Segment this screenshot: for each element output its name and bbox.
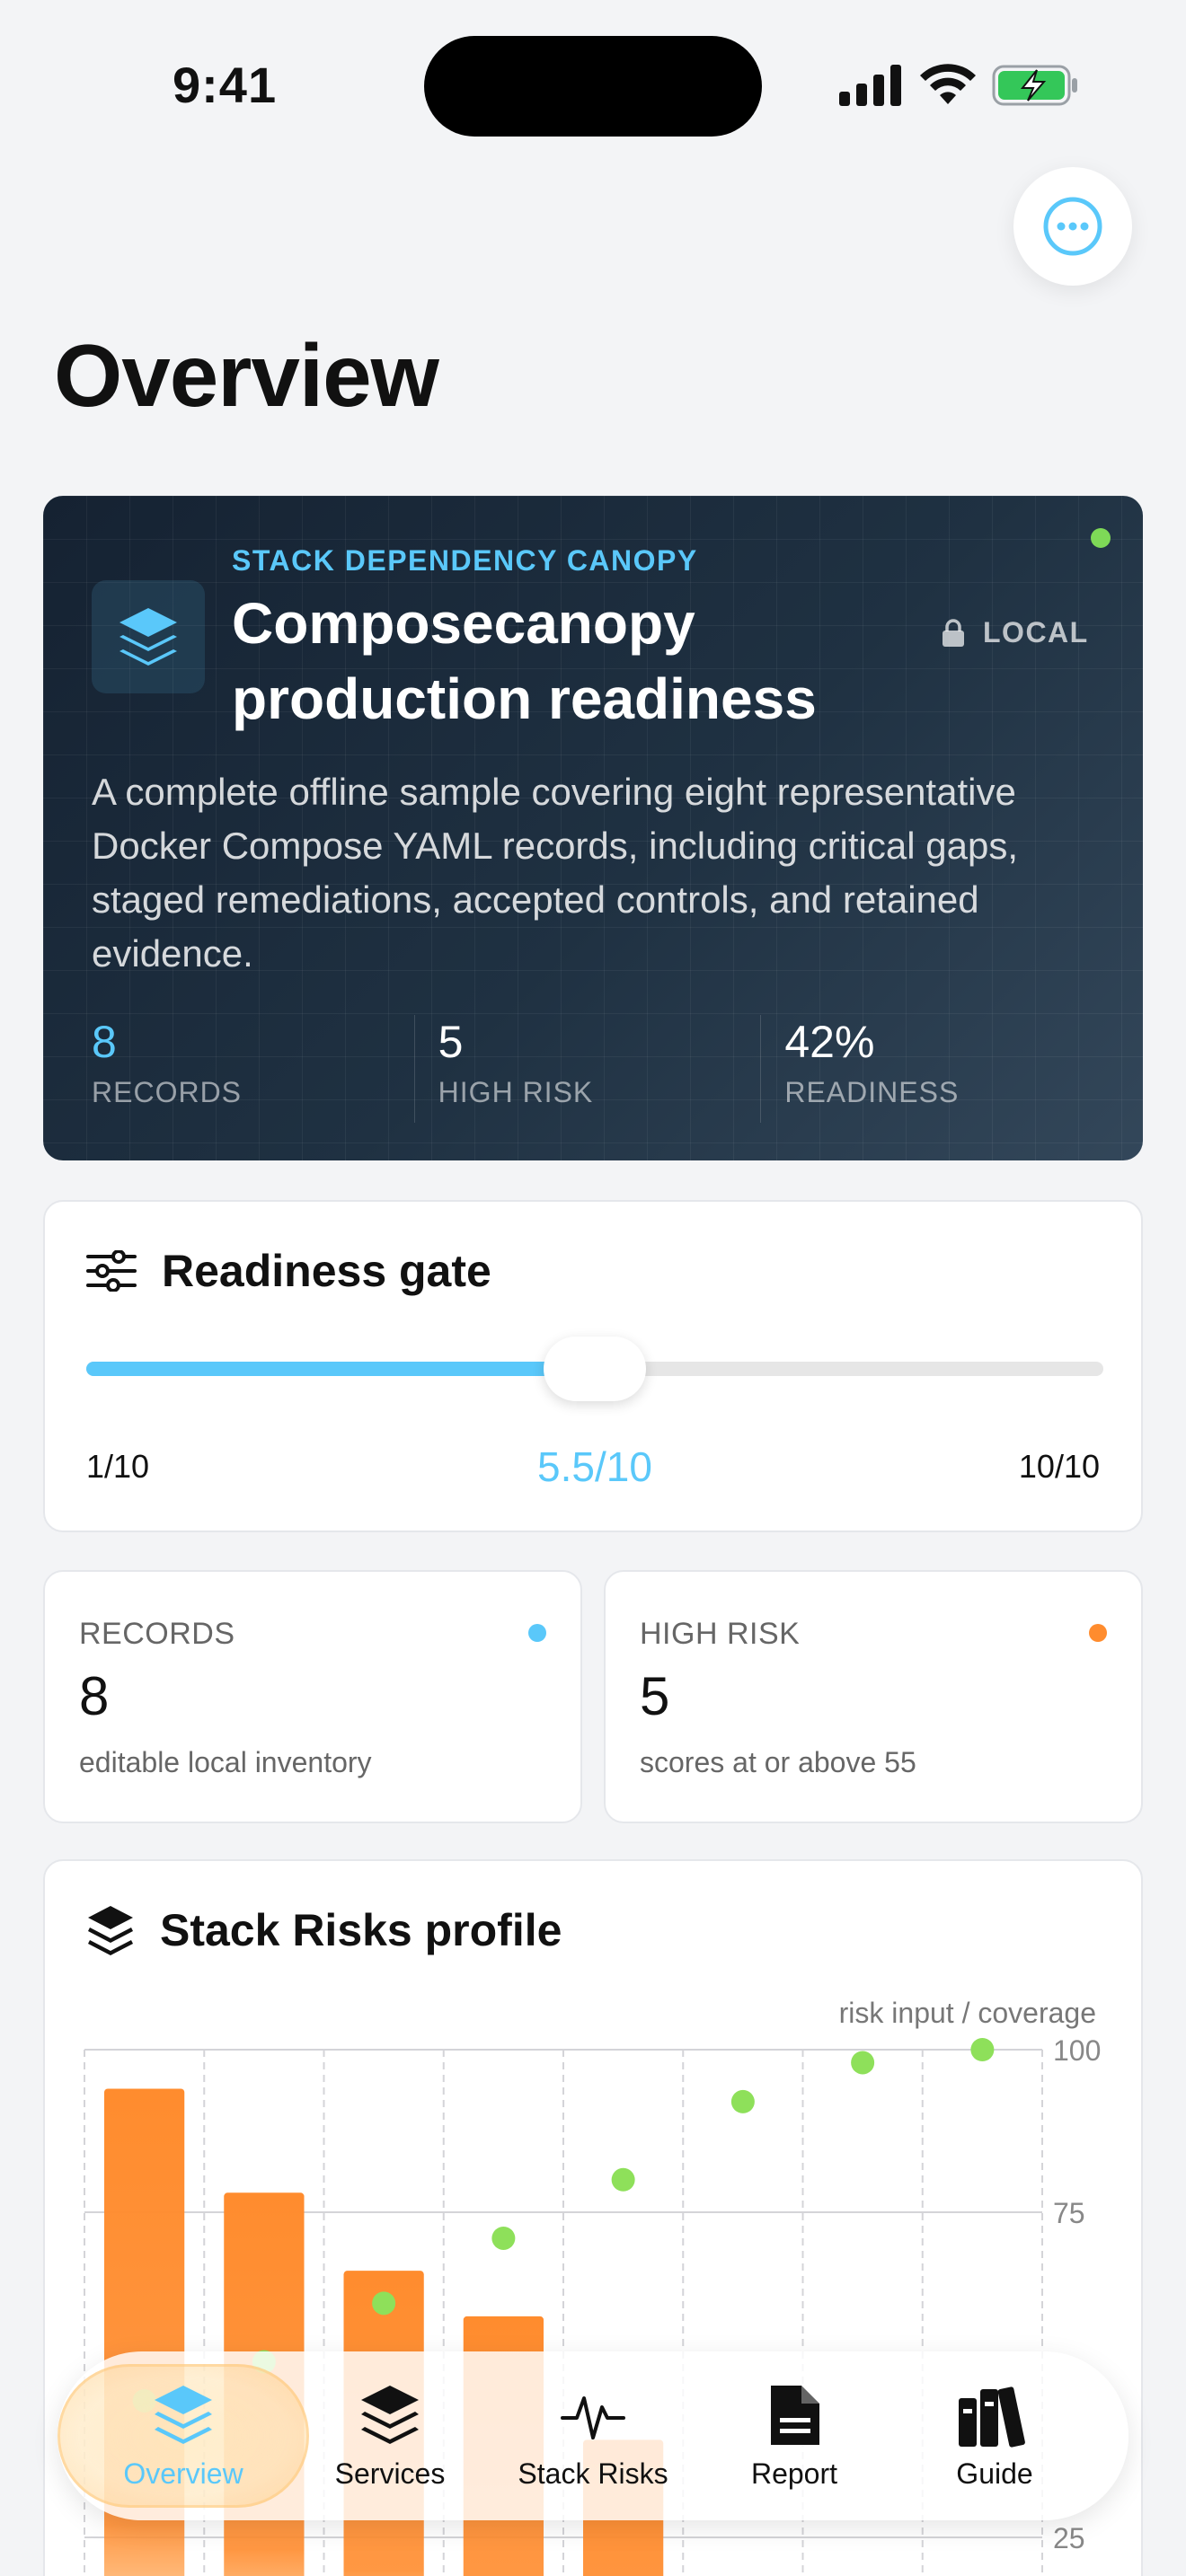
hero-stat-label: RECORDS: [92, 1076, 243, 1108]
battery-charging-icon: [992, 65, 1077, 106]
layers-icon: [155, 2385, 212, 2444]
chart-point: [491, 2226, 516, 2250]
readiness-slider-thumb[interactable]: [544, 1337, 646, 1401]
chart-point: [730, 2089, 755, 2113]
dynamic-island: [424, 36, 762, 137]
hero-description: A complete offline sample covering eight…: [92, 771, 1018, 975]
sliders-icon: [86, 1250, 137, 1292]
pulse-icon: [561, 2395, 625, 2439]
hero-eyebrow: STACK DEPENDENCY CANOPY: [232, 544, 698, 577]
tab-bar: Overview Services Stack Risks Report Gui…: [58, 2351, 1128, 2520]
wifi-icon: [920, 64, 976, 104]
tab-label: Overview: [123, 2457, 243, 2490]
tab-stack-risks[interactable]: Stack Risks: [491, 2351, 695, 2520]
readiness-gate-header: Readiness gate: [86, 1245, 491, 1297]
chart-y-tick-label: 75: [1053, 2197, 1085, 2229]
slider-value-label: 5.5/10: [537, 1443, 652, 1490]
hero-stats: 8 RECORDS 5 HIGH RISK 42% READINESS: [92, 1015, 1107, 1123]
tab-report[interactable]: Report: [693, 2351, 896, 2520]
high-risk-metric-card[interactable]: HIGH RISK 5 scores at or above 55: [604, 1570, 1143, 1823]
hero-title: Composecanopy production readiness: [232, 591, 817, 731]
hero-stat-value: 42%: [784, 1017, 875, 1067]
chart-point: [611, 2167, 635, 2192]
hero-stat-label: HIGH RISK: [438, 1076, 594, 1108]
tab-label: Services: [334, 2457, 446, 2490]
hero-icon-tile: [92, 580, 205, 693]
books-icon: [959, 2386, 1025, 2448]
chart-y-tick-label: 100: [1053, 2034, 1101, 2067]
tab-label: Stack Risks: [518, 2457, 668, 2490]
readiness-gate-card: Readiness gate 1/10 5.5/10 10/10: [43, 1200, 1143, 1532]
tab-services[interactable]: Services: [288, 2351, 491, 2520]
records-metric-card[interactable]: RECORDS 8 editable local inventory: [43, 1570, 582, 1823]
metric-indicator-dot: [528, 1624, 546, 1642]
hero-stat-records: 8 RECORDS: [92, 1015, 414, 1123]
stack-icon: [361, 2385, 419, 2444]
metric-label: HIGH RISK: [640, 1617, 801, 1651]
readiness-slider-fill: [86, 1362, 595, 1376]
page-title: Overview: [54, 326, 439, 425]
hero-stat-readiness: 42% READINESS: [760, 1015, 1107, 1123]
hero-stat-value: 5: [438, 1017, 464, 1067]
document-icon: [771, 2385, 819, 2445]
slider-max-label: 10/10: [1018, 1448, 1100, 1485]
tab-label: Guide: [956, 2457, 1033, 2490]
lock-icon: [943, 618, 964, 647]
chart-point: [851, 2051, 875, 2075]
ellipsis-circle-icon: [1043, 197, 1102, 256]
chart-y-tick-label: 25: [1053, 2522, 1085, 2554]
layers-icon: [119, 608, 177, 666]
metric-value: 8: [79, 1666, 110, 1726]
hero-stat-high-risk: 5 HIGH RISK: [413, 1015, 761, 1123]
chart-point: [970, 2038, 995, 2061]
hero-stat-label: READINESS: [784, 1076, 960, 1108]
metric-subtitle: scores at or above 55: [640, 1746, 916, 1778]
metric-value: 5: [640, 1666, 670, 1726]
hero-card: STACK DEPENDENCY CANOPY Composecanopy pr…: [43, 496, 1143, 1160]
status-bar: 9:41: [0, 0, 1186, 162]
metric-indicator-dot: [1089, 1624, 1107, 1642]
status-time: 9:41: [173, 57, 278, 113]
metric-label: RECORDS: [79, 1617, 235, 1651]
hero-stat-value: 8: [92, 1017, 117, 1067]
status-dot: [1091, 528, 1111, 548]
tab-guide[interactable]: Guide: [893, 2351, 1096, 2520]
metric-subtitle: editable local inventory: [79, 1746, 372, 1778]
chart-legend-label: risk input / coverage: [839, 1997, 1096, 2029]
chart-point: [372, 2291, 396, 2316]
tab-label: Report: [750, 2457, 838, 2490]
cellular-signal-icon: [839, 65, 901, 106]
tab-overview[interactable]: Overview: [82, 2351, 285, 2520]
local-badge-label: LOCAL: [983, 616, 1089, 648]
local-badge: LOCAL: [942, 616, 1089, 649]
readiness-gate-title: Readiness gate: [162, 1246, 491, 1296]
more-options-button[interactable]: [1013, 167, 1132, 286]
